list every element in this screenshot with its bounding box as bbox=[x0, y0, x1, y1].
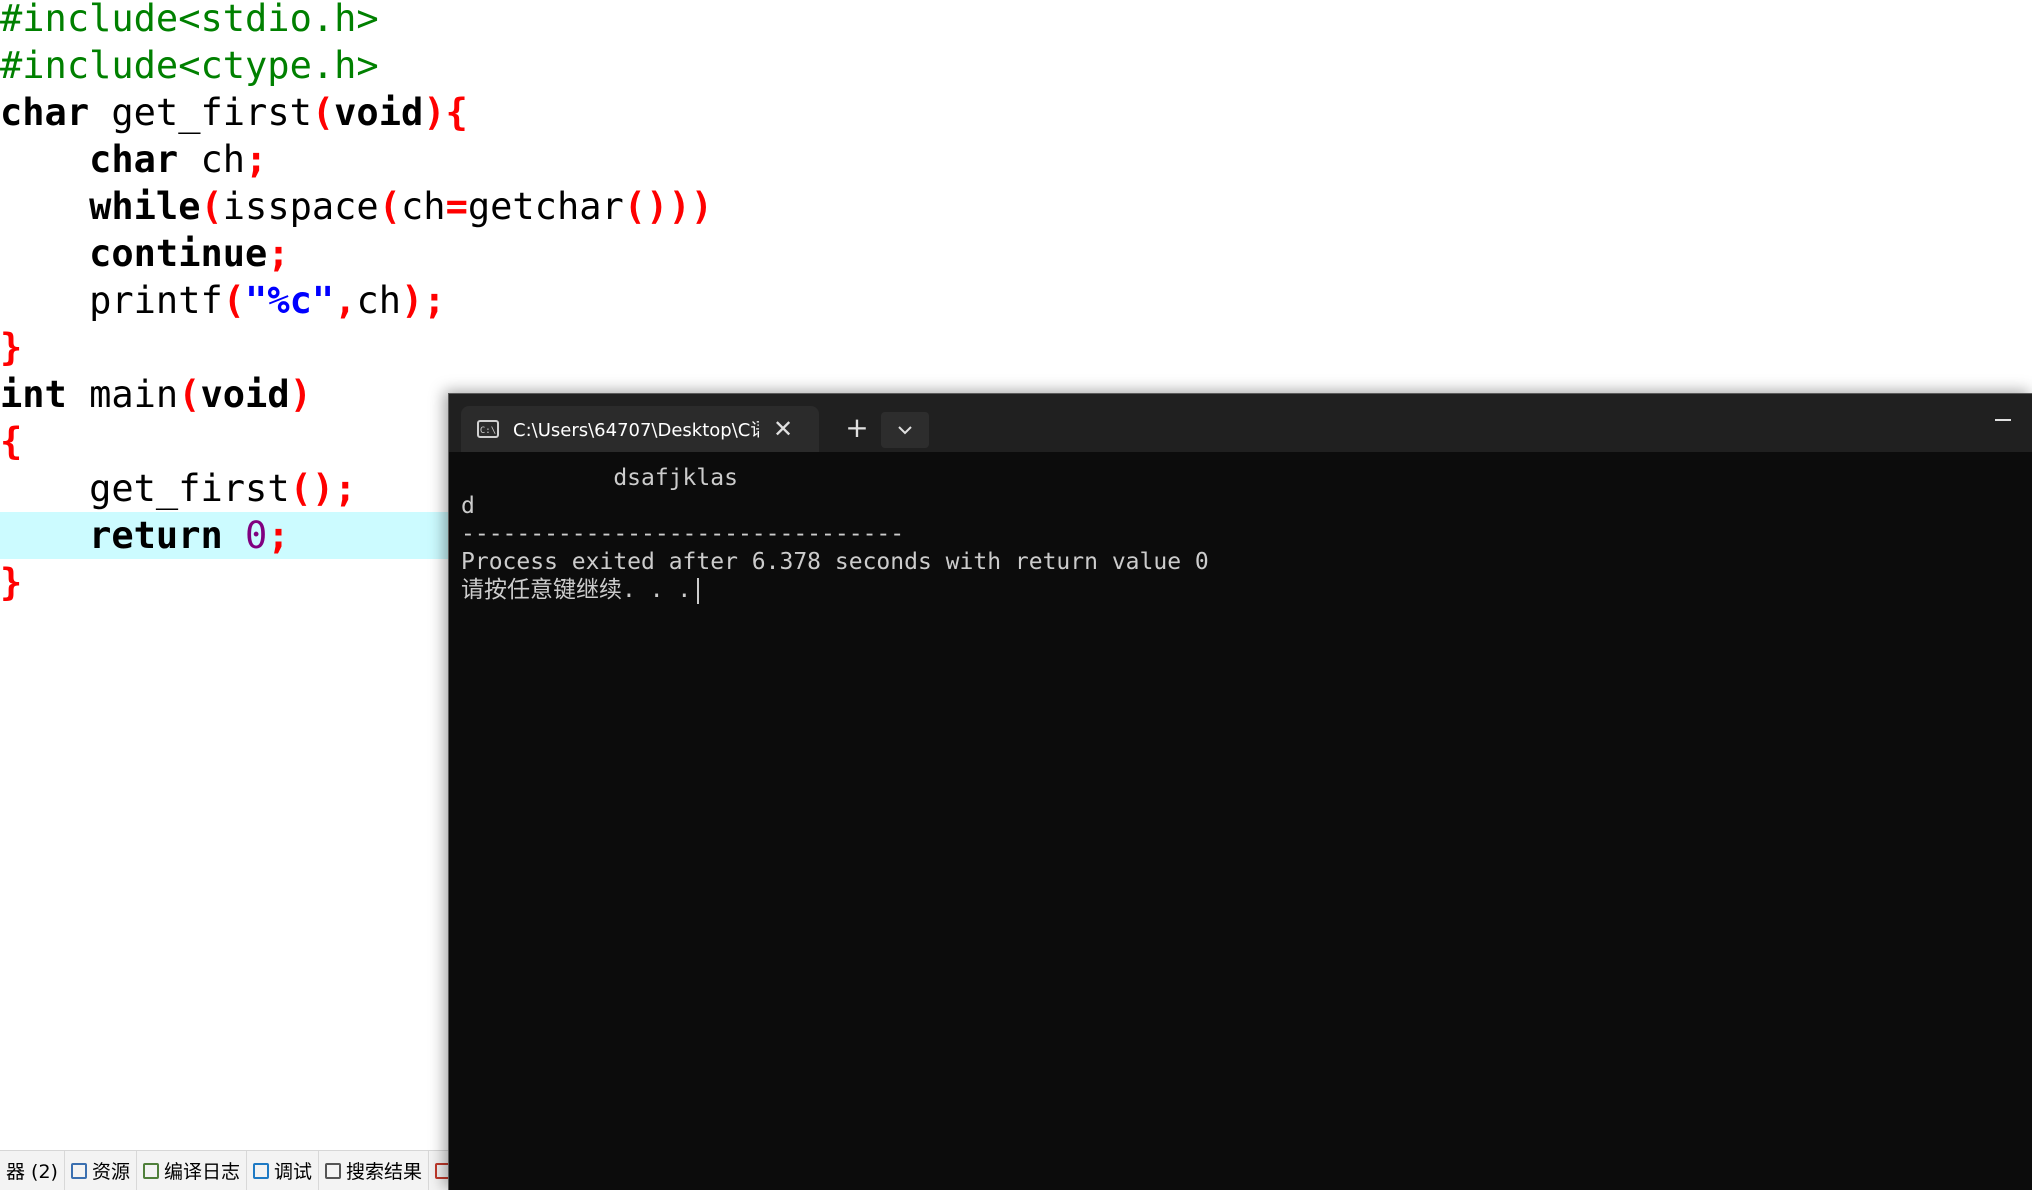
terminal-line-text: 请按任意键继续. . . bbox=[461, 577, 692, 603]
new-tab-button[interactable]: + bbox=[837, 408, 877, 448]
code-token: isspace bbox=[222, 185, 379, 228]
code-line[interactable]: printf("%c",ch); bbox=[0, 277, 2032, 324]
bottom-tab[interactable]: 关 bbox=[429, 1151, 450, 1190]
bottom-tab-label: 编译日志 bbox=[163, 1161, 240, 1183]
terminal-output[interactable]: dsafjklas d ------------------------------… bbox=[461, 464, 1209, 604]
code-line[interactable]: char ch; bbox=[0, 136, 2032, 183]
code-token: int bbox=[0, 373, 67, 416]
bottom-panel-tabs: 器 (2) 资源 编译日志 调试 搜索结果关 bbox=[0, 1150, 450, 1190]
code-token: } bbox=[0, 561, 23, 604]
code-token: void bbox=[200, 373, 290, 416]
code-token: ( bbox=[178, 373, 201, 416]
bottom-tab-label: 搜索结果 bbox=[346, 1161, 423, 1183]
terminal-line-text: d bbox=[461, 493, 475, 519]
close-tab-button[interactable]: ✕ bbox=[773, 417, 793, 441]
terminal-output-line: d bbox=[461, 492, 1209, 520]
compile-log-icon bbox=[142, 1162, 159, 1179]
code-token: = bbox=[445, 185, 468, 228]
code-token: char bbox=[89, 138, 179, 181]
resources-icon bbox=[70, 1162, 87, 1179]
code-token: ( bbox=[200, 185, 223, 228]
code-line[interactable]: #include<stdio.h> bbox=[0, 0, 2032, 42]
chevron-down-icon bbox=[898, 426, 912, 435]
bottom-tab-label: 调试 bbox=[274, 1161, 313, 1183]
bottom-tab-label: 器 (2) bbox=[6, 1161, 58, 1183]
code-token: #include<stdio.h> bbox=[0, 0, 379, 40]
code-token: printf bbox=[89, 279, 223, 322]
code-line[interactable]: } bbox=[0, 324, 2032, 371]
code-token: continue bbox=[89, 232, 268, 275]
code-token: ); bbox=[401, 279, 446, 322]
code-token: ; bbox=[267, 232, 290, 275]
text-cursor bbox=[697, 577, 700, 604]
search-icon bbox=[325, 1162, 342, 1179]
bottom-tab-label: 资源 bbox=[91, 1161, 130, 1183]
terminal-tab[interactable]: C:\ C:\Users\64707\Desktop\C语言 ✕ bbox=[461, 406, 819, 452]
terminal-tab-title: C:\Users\64707\Desktop\C语言 bbox=[513, 420, 759, 441]
terminal-output-line: -------------------------------- bbox=[461, 520, 1209, 548]
code-token: , bbox=[334, 279, 357, 322]
debug-check-icon bbox=[253, 1162, 269, 1179]
code-token: ())) bbox=[623, 185, 713, 228]
code-token: get_first bbox=[89, 467, 290, 510]
code-token: ( bbox=[378, 185, 401, 228]
code-line[interactable]: while(isspace(ch=getchar())) bbox=[0, 183, 2032, 230]
code-token: return bbox=[89, 514, 223, 557]
code-token: main bbox=[66, 373, 179, 416]
bottom-tab[interactable]: 搜索结果 bbox=[319, 1151, 430, 1190]
code-token: ch bbox=[356, 279, 401, 322]
terminal-line-text: -------------------------------- bbox=[461, 521, 905, 547]
code-token: ) bbox=[289, 373, 312, 416]
code-line[interactable]: char get_first(void){ bbox=[0, 89, 2032, 136]
code-line[interactable]: #include<ctype.h> bbox=[0, 42, 2032, 89]
terminal-line-text: Process exited after 6.378 seconds with … bbox=[461, 549, 1209, 575]
bottom-tab[interactable]: 调试 bbox=[247, 1151, 320, 1190]
code-token: ch bbox=[401, 185, 446, 228]
code-token: char bbox=[0, 91, 90, 134]
code-token: ( bbox=[311, 91, 335, 134]
code-token: #include<ctype.h> bbox=[0, 44, 379, 87]
bottom-tab[interactable]: 器 (2) bbox=[0, 1151, 65, 1190]
code-token: ){ bbox=[423, 91, 468, 134]
code-token: 0 bbox=[245, 514, 268, 557]
terminal-output-line: dsafjklas bbox=[461, 464, 1209, 492]
code-line[interactable]: continue; bbox=[0, 230, 2032, 277]
tab-dropdown-button[interactable] bbox=[881, 412, 929, 448]
terminal-titlebar[interactable]: C:\ C:\Users\64707\Desktop\C语言 ✕ + bbox=[449, 394, 2032, 452]
terminal-line-text: dsafjklas bbox=[461, 465, 738, 491]
code-token: while bbox=[89, 185, 201, 228]
code-token: } bbox=[0, 326, 23, 369]
code-token: "%c" bbox=[245, 279, 335, 322]
code-token: void bbox=[334, 91, 424, 134]
console-icon: C:\ bbox=[477, 420, 499, 438]
code-token: ch bbox=[178, 138, 246, 181]
code-token: { bbox=[0, 420, 23, 463]
code-token: ; bbox=[245, 138, 268, 181]
code-token: ( bbox=[222, 279, 246, 322]
code-token: getchar bbox=[467, 185, 624, 228]
code-token: (); bbox=[289, 467, 357, 510]
minimize-button[interactable] bbox=[1995, 410, 2013, 428]
terminal-window[interactable]: C:\ C:\Users\64707\Desktop\C语言 ✕ + dsafj… bbox=[448, 393, 2032, 1190]
bottom-tab[interactable]: 资源 bbox=[65, 1151, 137, 1190]
code-token: ; bbox=[267, 514, 290, 557]
terminal-output-line: 请按任意键继续. . . bbox=[461, 576, 1209, 604]
bottom-tab[interactable]: 编译日志 bbox=[137, 1151, 247, 1190]
code-token: get_first bbox=[89, 91, 312, 134]
terminal-output-line: Process exited after 6.378 seconds with … bbox=[461, 548, 1209, 576]
